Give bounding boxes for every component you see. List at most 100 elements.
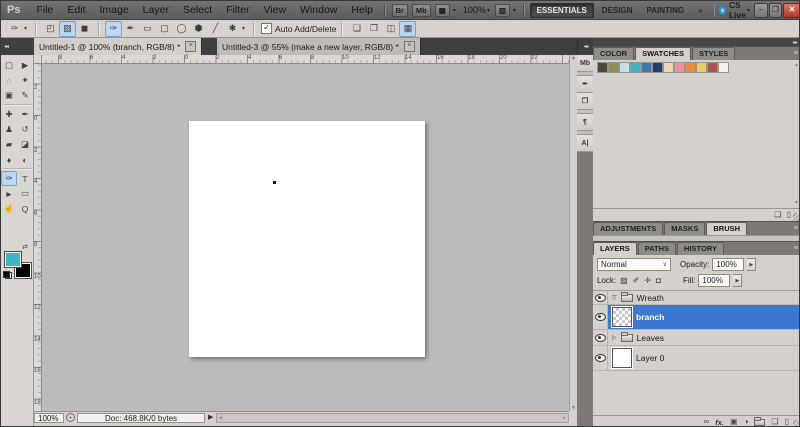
color-swatch[interactable]: [620, 63, 629, 72]
brush-tool[interactable]: ✒: [17, 107, 33, 122]
fill-field[interactable]: 100%: [698, 274, 731, 287]
scroll-up-icon[interactable]: ▲: [571, 55, 576, 61]
rounded-rectangle-tool-button[interactable]: ▢: [156, 21, 173, 37]
subtract-from-path-area-button[interactable]: ❐: [365, 21, 382, 37]
delete-swatch-icon[interactable]: ▯: [787, 210, 791, 220]
freeform-pen-tool-button[interactable]: ✒: [122, 21, 139, 37]
document-tab-1[interactable]: Untitled-1 @ 100% (branch, RGB/8) * ×: [34, 38, 203, 55]
lock-image-icon[interactable]: ✐: [633, 276, 640, 285]
lock-all-icon[interactable]: ◘: [656, 276, 661, 285]
shape-layers-mode-button[interactable]: ◰: [42, 21, 59, 37]
panel-menu-icon[interactable]: ≡: [794, 225, 798, 232]
mini-bridge-panel-button[interactable]: Mb: [577, 55, 593, 72]
intersect-path-areas-button[interactable]: ◫: [382, 21, 399, 37]
crop-tool[interactable]: ▣: [1, 88, 17, 103]
lock-transparency-icon[interactable]: ▨: [620, 276, 628, 285]
arrange-documents-button[interactable]: ▥: [494, 3, 510, 17]
menu-view[interactable]: View: [256, 4, 293, 16]
link-layers-icon[interactable]: ∞: [704, 417, 710, 426]
visibility-eye-icon[interactable]: [594, 313, 606, 321]
layer-name[interactable]: Layer 0: [636, 353, 664, 363]
hand-tool[interactable]: ☝: [1, 201, 17, 216]
spot-healing-brush-tool[interactable]: ✚: [1, 107, 17, 122]
opacity-field[interactable]: 100%: [712, 258, 745, 271]
move-tool[interactable]: ▶: [17, 58, 33, 73]
lasso-tool[interactable]: ◌: [1, 73, 17, 88]
line-tool-button[interactable]: ╱: [207, 21, 224, 37]
launch-mini-bridge-button[interactable]: Mb: [411, 3, 431, 17]
chevron-down-icon[interactable]: ▾: [747, 7, 750, 14]
resize-grip[interactable]: [793, 213, 799, 221]
tab-brush[interactable]: BRUSH: [706, 222, 748, 235]
menu-file[interactable]: File: [29, 4, 60, 16]
history-brush-tool[interactable]: ↺: [17, 122, 33, 137]
polygon-tool-button[interactable]: ⬢: [190, 21, 207, 37]
color-swatch[interactable]: [609, 63, 618, 72]
minimize-button[interactable]: –: [754, 2, 768, 18]
scroll-left-icon[interactable]: ◂: [219, 415, 222, 421]
workspace-essentials[interactable]: ESSENTIALS: [529, 2, 594, 18]
chevron-down-icon[interactable]: ▾: [242, 25, 245, 32]
tab-masks[interactable]: MASKS: [664, 222, 706, 235]
workspace-overflow-button[interactable]: »: [692, 4, 708, 17]
chevron-down-icon[interactable]: ▾: [487, 7, 490, 14]
ruler-origin-corner[interactable]: [34, 55, 42, 64]
delete-layer-icon[interactable]: ▯: [785, 417, 789, 426]
menu-window[interactable]: Window: [293, 4, 344, 16]
doc-info-field[interactable]: Doc: 468.8K/0 bytes: [77, 412, 205, 423]
tab-history[interactable]: HISTORY: [677, 242, 724, 255]
horizontal-scrollbar[interactable]: ◂ ▸: [216, 412, 569, 423]
rectangle-tool-button[interactable]: ▭: [139, 21, 156, 37]
tab-layers[interactable]: LAYERS: [593, 242, 637, 255]
color-swatch[interactable]: [719, 63, 728, 72]
scroll-up-icon[interactable]: ▲: [794, 62, 799, 68]
collapse-icon-dock-icon[interactable]: ◂◂: [583, 43, 588, 50]
new-adjustment-layer-icon[interactable]: ◑: [744, 417, 749, 426]
color-swatch[interactable]: [686, 63, 695, 72]
menu-edit[interactable]: Edit: [60, 4, 92, 16]
workspace-painting[interactable]: PAINTING: [640, 4, 690, 17]
lock-position-icon[interactable]: ✛: [644, 276, 651, 285]
resize-grip[interactable]: [793, 420, 799, 426]
vertical-ruler[interactable]: 2 0 2 4 6 8 10 12 14 16 18: [34, 64, 42, 411]
workspace-design[interactable]: DESIGN: [596, 4, 639, 17]
auto-add-delete-checkbox[interactable]: ✓: [261, 23, 273, 34]
document-tab-2[interactable]: Untitled-3 @ 55% (make a new layer, RGB/…: [217, 38, 421, 55]
blend-mode-dropdown[interactable]: Normal ∨: [597, 258, 671, 271]
collapse-panels-icon[interactable]: ▸▸: [793, 39, 798, 46]
new-group-icon[interactable]: [754, 416, 766, 426]
status-options-arrow-icon[interactable]: ▶: [208, 414, 213, 421]
menu-image[interactable]: Image: [92, 4, 135, 16]
new-layer-icon[interactable]: ❏: [771, 417, 778, 426]
zoom-level-field[interactable]: 100%: [34, 412, 64, 423]
fill-pixels-mode-button[interactable]: ◼: [76, 21, 93, 37]
ellipse-tool-button[interactable]: ◯: [173, 21, 190, 37]
color-swatch[interactable]: [675, 63, 684, 72]
character-panel-button[interactable]: A|: [577, 135, 593, 152]
type-tool[interactable]: T: [17, 171, 33, 186]
layer-name[interactable]: Leaves: [637, 333, 664, 343]
visibility-eye-icon[interactable]: [594, 333, 606, 342]
scroll-down-icon[interactable]: ▼: [794, 200, 799, 206]
color-swatch[interactable]: [708, 63, 717, 72]
tab-color[interactable]: COLOR: [593, 47, 635, 60]
color-swatch[interactable]: [653, 63, 662, 72]
layer-row-branch[interactable]: branch: [593, 305, 799, 330]
tab-styles[interactable]: STYLES: [692, 47, 736, 60]
dodge-tool[interactable]: ◐: [17, 152, 33, 167]
fill-spinner-icon[interactable]: ▶: [733, 274, 743, 287]
default-colors-icon[interactable]: [3, 271, 12, 279]
blur-tool[interactable]: ♦: [1, 152, 17, 167]
pen-tool-button[interactable]: ✑: [105, 20, 123, 37]
opacity-spinner-icon[interactable]: ▶: [747, 258, 757, 271]
clone-stamp-tool[interactable]: ♟: [1, 122, 17, 137]
paths-mode-button[interactable]: ▨: [59, 20, 77, 37]
vertical-scrollbar[interactable]: ▲ ▼: [569, 55, 577, 411]
visibility-eye-icon[interactable]: [594, 293, 606, 302]
pen-anchor-point[interactable]: [273, 181, 276, 184]
color-swatch[interactable]: [697, 63, 706, 72]
layer-row-layer0[interactable]: Layer 0: [593, 346, 799, 371]
tab-adjustments[interactable]: ADJUSTMENTS: [593, 222, 664, 235]
exclude-overlapping-areas-button[interactable]: ▦: [399, 20, 417, 37]
menu-layer[interactable]: Layer: [136, 4, 176, 16]
